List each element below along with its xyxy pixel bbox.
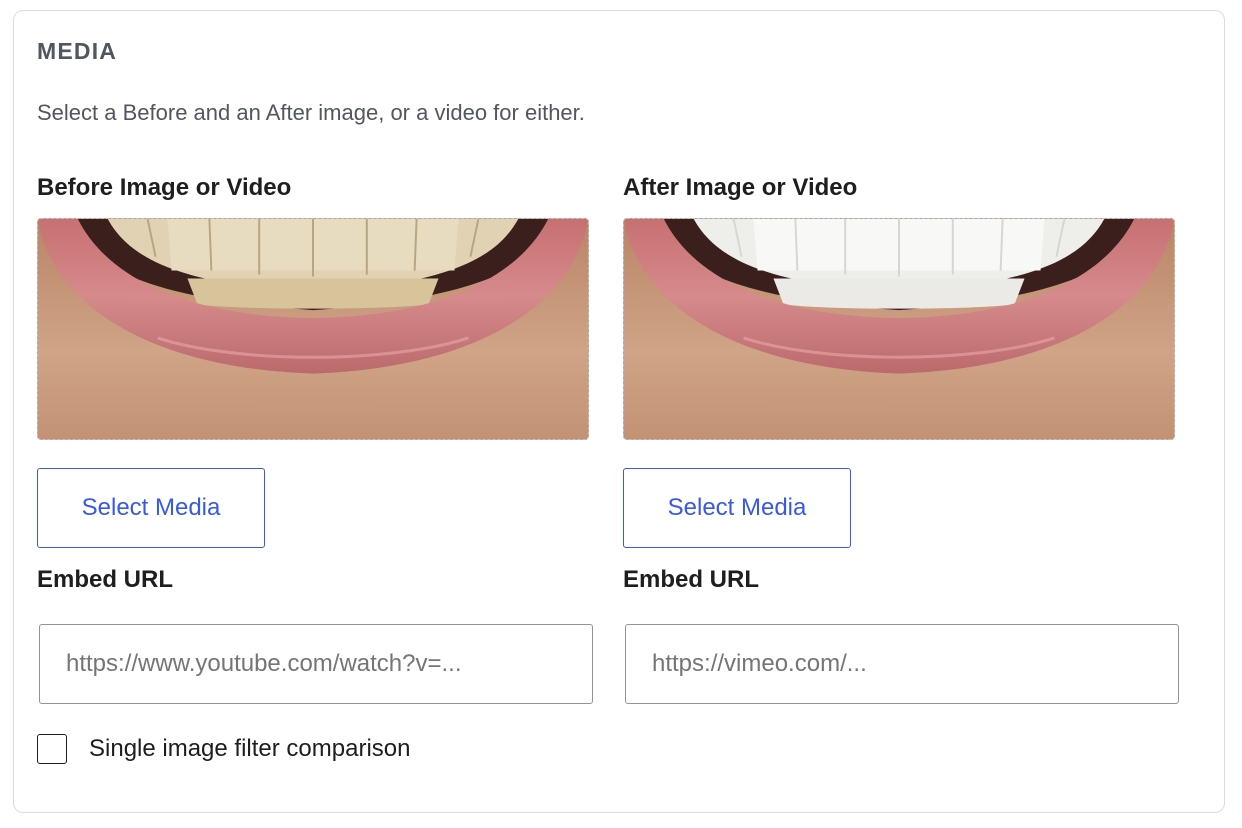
- single-filter-label: Single image filter comparison: [89, 735, 411, 762]
- before-embed-url-input[interactable]: [39, 624, 593, 704]
- before-select-media-button[interactable]: Select Media: [37, 468, 265, 548]
- before-embed-url-label: Embed URL: [37, 566, 174, 593]
- after-media-label: After Image or Video: [623, 174, 858, 201]
- after-embed-url-input[interactable]: [625, 624, 1179, 704]
- after-select-media-button[interactable]: Select Media: [623, 468, 851, 548]
- after-embed-url-label: Embed URL: [623, 566, 760, 593]
- panel-description: Select a Before and an After image, or a…: [37, 100, 585, 125]
- after-smile-image: [624, 219, 1174, 439]
- before-media-label: Before Image or Video: [37, 174, 292, 201]
- before-media-preview[interactable]: [37, 218, 589, 440]
- panel-title: MEDIA: [37, 38, 118, 64]
- single-filter-option[interactable]: Single image filter comparison: [37, 734, 410, 764]
- after-media-preview[interactable]: [623, 218, 1175, 440]
- before-smile-image: [38, 219, 588, 439]
- single-filter-checkbox[interactable]: [37, 734, 67, 764]
